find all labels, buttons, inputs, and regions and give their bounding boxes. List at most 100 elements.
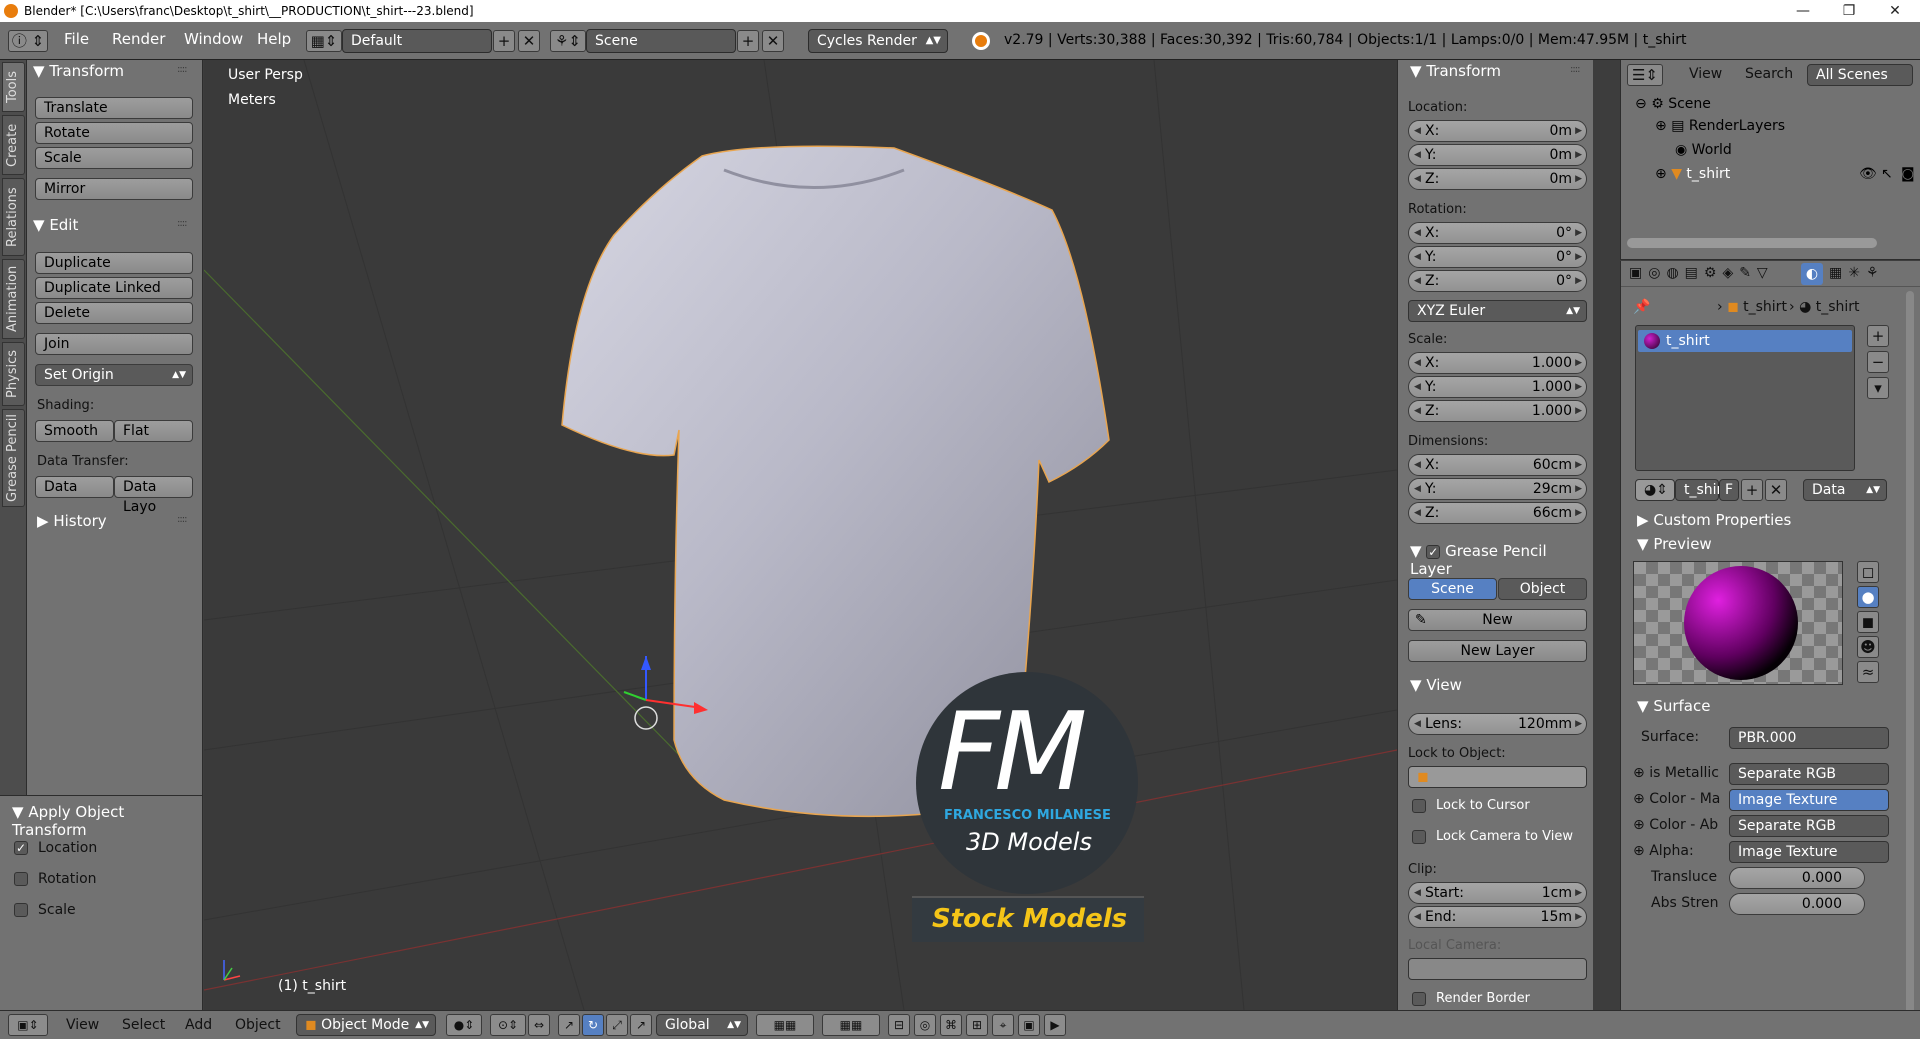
menu-add[interactable]: Add	[185, 1017, 212, 1033]
local-camera-field[interactable]	[1408, 958, 1587, 980]
3d-viewport[interactable]: User Persp Meters (1) t_shirt FM FRANCES…	[204, 60, 1397, 1010]
alpha-input[interactable]: Image Texture	[1729, 841, 1889, 863]
render-border-checkbox[interactable]	[1412, 992, 1426, 1006]
outliner-editor-type[interactable]: ☰⇕	[1627, 64, 1663, 86]
tree-item-renderlayers[interactable]: ⊕ ▤ RenderLayers	[1655, 118, 1785, 134]
scale-button[interactable]: Scale	[35, 147, 193, 169]
material-tab-icon[interactable]: ◐	[1801, 263, 1823, 285]
tab-tools[interactable]: Tools	[2, 62, 25, 112]
tab-grease-pencil[interactable]: Grease Pencil	[2, 409, 25, 507]
location-y-field[interactable]: ◀ Y: 0m ▶	[1408, 144, 1587, 166]
properties-context-tabs[interactable]: ▣◎◍▤⚙◈✎▽ ◐ ▦✳⚘	[1621, 261, 1920, 287]
remove-slot-button[interactable]: −	[1867, 351, 1889, 373]
scene-icon[interactable]: ⚘⇕	[550, 30, 586, 52]
snap-element-icon[interactable]: ⊞	[966, 1014, 988, 1036]
menu-select[interactable]: Select	[122, 1017, 165, 1033]
outliner-menu-search[interactable]: Search	[1745, 66, 1793, 82]
tab-relations[interactable]: Relations	[2, 178, 25, 256]
visibility-eye-icon[interactable]: 👁	[1859, 166, 1877, 182]
scene-field[interactable]: Scene	[586, 29, 736, 53]
n-transform-header[interactable]: ▼ Transform	[1410, 62, 1501, 80]
render-engine-select[interactable]: Cycles Render ▲▼	[808, 29, 948, 53]
tree-item-scene[interactable]: ⊖ ⚙ Scene	[1635, 96, 1711, 112]
proportional-edit-icon[interactable]: ◎	[914, 1014, 936, 1036]
history-panel-header[interactable]: ▶ History	[37, 512, 107, 530]
view-panel-header[interactable]: ▼ View	[1410, 676, 1462, 694]
slot-specials-button[interactable]: ▾	[1867, 377, 1889, 399]
preview-header[interactable]: ▼ Preview	[1637, 535, 1712, 553]
snap-target-icon[interactable]: ⌖	[992, 1014, 1014, 1036]
add-screen-button[interactable]: +	[493, 30, 515, 52]
fake-user-button[interactable]: F	[1719, 479, 1739, 501]
preview-sphere-icon[interactable]: ●	[1857, 586, 1879, 608]
new-material-button[interactable]: +	[1741, 479, 1763, 501]
view3d-editor-type[interactable]: ▣⇕	[8, 1014, 48, 1036]
minimize-button[interactable]: —	[1780, 0, 1826, 22]
lock-cursor-checkbox[interactable]	[1412, 799, 1426, 813]
remove-scene-button[interactable]: ✕	[762, 30, 784, 52]
duplicate-linked-button[interactable]: Duplicate Linked	[35, 277, 193, 299]
add-slot-button[interactable]: +	[1867, 325, 1889, 347]
properties-scrollbar[interactable]	[1906, 291, 1914, 1031]
scale-z-field[interactable]: ◀ Z: 1.000 ▶	[1408, 400, 1587, 422]
mirror-button[interactable]: Mirror	[35, 178, 193, 200]
color-ma-input[interactable]: Image Texture	[1729, 789, 1889, 811]
lock-object-field[interactable]: ◼	[1408, 766, 1587, 788]
drag-grip-icon[interactable]: ::::	[177, 218, 188, 229]
selectable-cursor-icon[interactable]: ↖	[1881, 166, 1893, 182]
flat-button[interactable]: Flat	[114, 420, 193, 442]
link-mode-select[interactable]: Data ▲▼	[1803, 479, 1887, 501]
menu-help[interactable]: Help	[257, 30, 291, 48]
screen-layout-field[interactable]: Default	[342, 29, 492, 53]
interaction-mode-select[interactable]: ◼ Object Mode ▲▼	[296, 1014, 436, 1036]
custom-properties-header[interactable]: ▶ Custom Properties	[1637, 511, 1791, 529]
drag-grip-icon[interactable]: ::::	[177, 514, 188, 525]
data-layout-button[interactable]: Data Layo	[114, 476, 193, 515]
dimension-x-field[interactable]: ◀ X: 60cm ▶	[1408, 454, 1587, 476]
render-animation-icon[interactable]: ▶	[1044, 1014, 1066, 1036]
dimension-y-field[interactable]: ◀ Y: 29cm ▶	[1408, 478, 1587, 500]
menu-file[interactable]: File	[64, 30, 89, 48]
data-transfer-button[interactable]: Data	[35, 476, 114, 498]
material-browse-button[interactable]: ◕⇕	[1635, 479, 1675, 501]
gp-new-layer-button[interactable]: New Layer	[1408, 640, 1587, 662]
render-opengl-icon[interactable]: ▣	[1018, 1014, 1040, 1036]
rotation-checkbox[interactable]	[14, 872, 28, 886]
tab-create[interactable]: Create	[2, 115, 25, 175]
outliner-scrollbar[interactable]	[1627, 238, 1877, 248]
preview-flat-icon[interactable]: ◻	[1857, 561, 1879, 583]
maximize-button[interactable]: ❐	[1826, 0, 1872, 22]
rotation-x-field[interactable]: ◀ X: 0° ▶	[1408, 222, 1587, 244]
join-button[interactable]: Join	[35, 333, 193, 355]
add-scene-button[interactable]: +	[737, 30, 759, 52]
rotation-y-field[interactable]: ◀ Y: 0° ▶	[1408, 246, 1587, 268]
rotation-mode-select[interactable]: XYZ Euler ▲▼	[1408, 300, 1587, 322]
unlink-material-button[interactable]: ✕	[1765, 479, 1787, 501]
delete-button[interactable]: Delete	[35, 302, 193, 324]
remove-screen-button[interactable]: ✕	[518, 30, 540, 52]
lock-camera-checkbox[interactable]	[1412, 830, 1426, 844]
location-x-field[interactable]: ◀ X: 0m ▶	[1408, 120, 1587, 142]
translate-button[interactable]: Translate	[35, 97, 193, 119]
close-button[interactable]: ✕	[1872, 0, 1918, 22]
menu-view[interactable]: View	[66, 1017, 99, 1033]
material-slot-item[interactable]: t_shirt	[1638, 330, 1852, 352]
preview-type-buttons[interactable]: ◻ ● ◼ ☻ ≈	[1857, 561, 1883, 685]
color-ab-input[interactable]: Separate RGB	[1729, 815, 1889, 837]
surface-shader-select[interactable]: PBR.000	[1729, 727, 1889, 749]
outliner-display-mode[interactable]: All Scenes	[1807, 64, 1913, 86]
transform-orientation-select[interactable]: Global ▲▼	[656, 1014, 748, 1036]
drag-grip-icon[interactable]: ::::	[177, 64, 188, 75]
scale-manipulator[interactable]: ⤢	[606, 1014, 628, 1036]
pivot-point-button[interactable]: ⊙⇕	[490, 1014, 526, 1036]
menu-window[interactable]: Window	[184, 30, 243, 48]
outliner-menu-view[interactable]: View	[1689, 66, 1722, 82]
context-tab-icons[interactable]: ▣◎◍▤⚙◈✎▽	[1629, 265, 1774, 281]
breadcrumb-material[interactable]: › ◕ t_shirt	[1789, 299, 1860, 315]
rotate-button[interactable]: Rotate	[35, 122, 193, 144]
clip-start-field[interactable]: ◀ Start: 1cm ▶	[1408, 882, 1587, 904]
context-tab-icons-2[interactable]: ▦✳⚘	[1829, 265, 1885, 281]
gp-new-button[interactable]: ✎ New	[1408, 609, 1587, 631]
viewport-shading-button[interactable]: ●⇕	[446, 1014, 482, 1036]
scale-x-field[interactable]: ◀ X: 1.000 ▶	[1408, 352, 1587, 374]
